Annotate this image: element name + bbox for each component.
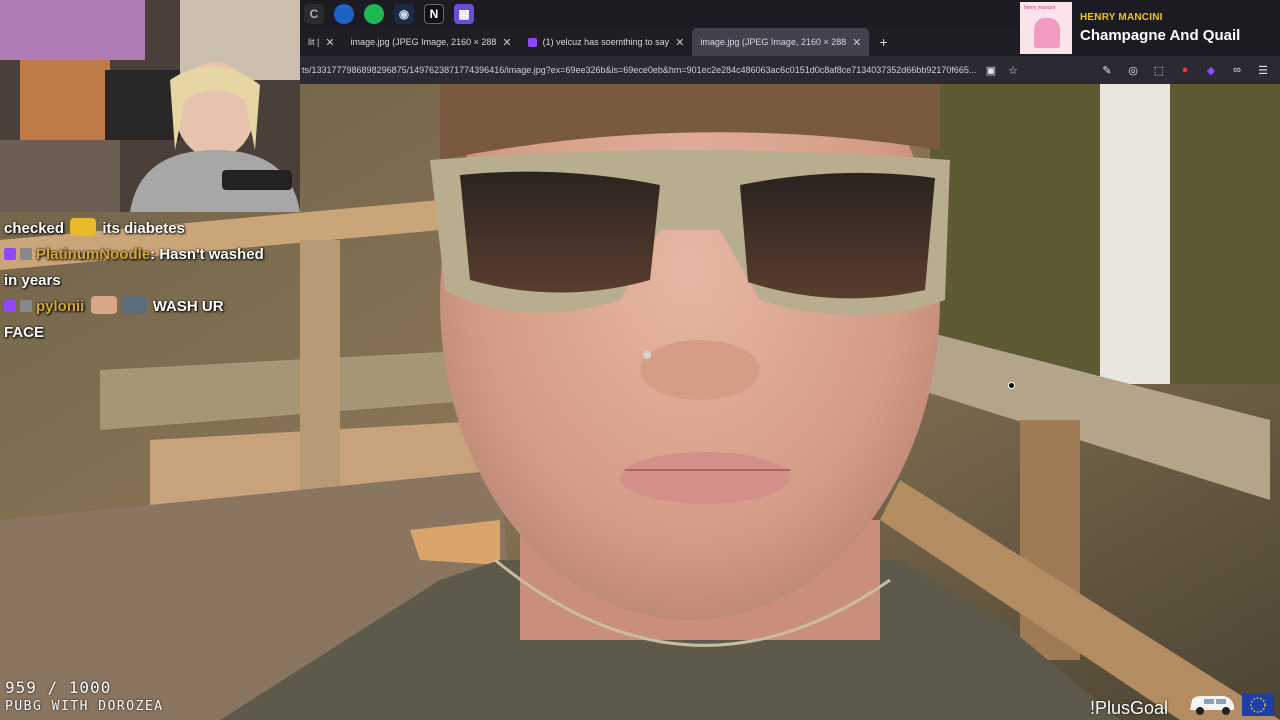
badge-icon xyxy=(20,248,32,260)
tab-1[interactable]: lit | ✕ xyxy=(300,28,343,56)
close-icon[interactable]: ✕ xyxy=(675,36,684,49)
close-icon[interactable]: ✕ xyxy=(852,36,861,49)
twitch-badge-icon xyxy=(4,300,16,312)
firefox-icon[interactable] xyxy=(334,4,354,24)
tab-label: (1) velcuz has soemthing to say xyxy=(542,37,670,47)
mouse-cursor-icon xyxy=(1008,382,1015,389)
chat-text: checked xyxy=(4,220,65,237)
now-playing-widget: henry mancini HENRY MANCINI Champagne An… xyxy=(1018,0,1280,56)
tab-2[interactable]: image.jpg (JPEG Image, 2160 × 288 ✕ xyxy=(343,28,520,56)
url-bar: ts/1331777986898296875/14976238717743964… xyxy=(300,56,1280,84)
emote-icon xyxy=(70,218,97,236)
tab-label: image.jpg (JPEG Image, 2160 × 288 xyxy=(700,37,847,47)
stream-chat: checked its diabetes PlatinumNoodle: Has… xyxy=(4,216,304,346)
eu-flag-icon xyxy=(1242,694,1274,716)
twitch-badge-icon xyxy=(4,248,16,260)
tab-4-active[interactable]: image.jpg (JPEG Image, 2160 × 288 ✕ xyxy=(692,28,870,56)
spotify-icon[interactable] xyxy=(364,4,384,24)
close-icon[interactable]: ✕ xyxy=(325,36,334,49)
tab-label: lit | xyxy=(308,37,320,47)
reader-view-icon[interactable]: ▣ xyxy=(984,63,998,77)
album-art: henry mancini xyxy=(1020,2,1072,54)
wrench-icon[interactable]: ✎ xyxy=(1100,63,1114,77)
menu-icon[interactable]: ☰ xyxy=(1256,63,1270,77)
chat-message-continued: in years xyxy=(4,272,61,289)
tab-3[interactable]: (1) velcuz has soemthing to say ✕ xyxy=(520,28,693,56)
webcam-feed xyxy=(0,0,300,212)
chat-message: checked its diabetes xyxy=(4,216,304,242)
url-field[interactable]: ts/1331777986898296875/14976238717743964… xyxy=(300,65,976,75)
van-icon xyxy=(1190,696,1234,715)
chat-text: its diabetes xyxy=(102,220,185,237)
chat-message: pylonii WASH UR xyxy=(4,294,304,320)
refresh-icon[interactable]: C xyxy=(304,4,324,24)
twitch-icon xyxy=(527,37,537,47)
now-playing-title: Champagne And Quail xyxy=(1080,27,1241,44)
chat-username[interactable]: pylonii xyxy=(36,298,84,315)
notion-icon[interactable]: N xyxy=(424,4,444,24)
chat-message-continued: FACE xyxy=(4,324,45,341)
now-playing-artist: HENRY MANCINI xyxy=(1080,12,1163,23)
extensions-icon[interactable]: ⬚ xyxy=(1152,63,1166,77)
twitch-extension-icon[interactable]: ◆ xyxy=(1204,63,1218,77)
close-icon[interactable]: ✕ xyxy=(502,36,511,49)
webcam-image xyxy=(0,0,300,212)
tab-label: image.jpg (JPEG Image, 2160 × 288 xyxy=(350,37,497,47)
goal-counter: 959 / 1000 xyxy=(5,678,112,697)
chat-message: PlatinumNoodle: Hasn't washed xyxy=(4,242,304,268)
browser-tab-strip: lit | ✕ image.jpg (JPEG Image, 2160 × 28… xyxy=(300,28,1020,56)
chat-text: : Hasn't washed xyxy=(150,246,264,263)
grid-app-icon[interactable]: ▦ xyxy=(454,4,474,24)
ublock-icon[interactable]: ● xyxy=(1178,63,1192,77)
goal-label: PUBG WITH DOROZEA xyxy=(5,699,164,714)
speaker-badge-icon xyxy=(20,300,32,312)
pink-panther-art xyxy=(1034,18,1060,48)
chat-username[interactable]: PlatinumNoodle xyxy=(36,246,150,263)
taskbar: C ◉ N ▦ xyxy=(300,0,1020,28)
emote-icon xyxy=(120,296,147,314)
chat-text: WASH UR xyxy=(152,298,224,315)
bookmark-star-icon[interactable]: ☆ xyxy=(1006,63,1020,77)
account-icon[interactable]: ◎ xyxy=(1126,63,1140,77)
glasses-extension-icon[interactable]: ∞ xyxy=(1230,63,1244,77)
album-art-text: henry mancini xyxy=(1024,5,1056,11)
steam-icon[interactable]: ◉ xyxy=(394,4,414,24)
plus-goal-label: !PlusGoal xyxy=(1090,698,1169,718)
stream-frame: C ◉ N ▦ lit | ✕ image.jpg (JPEG Image, 2… xyxy=(0,0,1280,720)
new-tab-button[interactable]: + xyxy=(869,34,897,50)
emote-icon xyxy=(90,296,117,314)
